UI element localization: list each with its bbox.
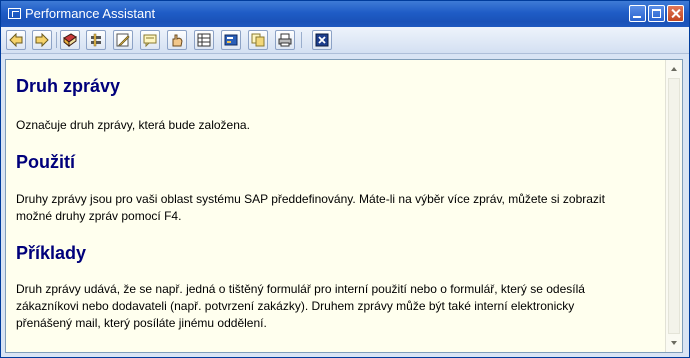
section-heading: Příklady xyxy=(16,243,87,263)
section-text-line: Označuje druh zprávy, která bude založen… xyxy=(16,118,250,132)
section-heading: Druh zprávy xyxy=(16,76,121,96)
book-icon xyxy=(63,33,77,47)
card-icon xyxy=(224,34,238,46)
scrollbar-thumb[interactable] xyxy=(668,78,680,334)
toolbar-separator xyxy=(56,32,57,48)
tools-icon xyxy=(91,33,101,47)
vertical-scrollbar[interactable] xyxy=(665,60,682,352)
toolbar xyxy=(1,27,689,54)
pencil-icon xyxy=(116,33,130,47)
printer-icon xyxy=(278,33,292,47)
copy-icon xyxy=(251,33,265,47)
section-text-line: možné druhy zpráv pomocí F4. xyxy=(16,209,182,223)
forward-button[interactable] xyxy=(32,30,52,50)
table-icon xyxy=(197,33,211,47)
title-bar[interactable]: Performance Assistant xyxy=(1,1,689,27)
section-text-line: zákazníkovi nebo dodavateli (např. potvr… xyxy=(16,299,575,313)
minimize-button[interactable] xyxy=(629,5,646,22)
window-app-icon xyxy=(8,8,21,19)
toolbar-separator xyxy=(301,32,302,48)
maximize-button[interactable] xyxy=(648,5,665,22)
table-of-contents-button[interactable] xyxy=(194,30,214,50)
glossary-button[interactable] xyxy=(167,30,187,50)
resize-grip[interactable] xyxy=(335,54,355,67)
help-content-area: Druh zprávy Označuje druh zprávy, která … xyxy=(5,59,683,353)
section-text-line: přenášený mail, který posíláte jinému od… xyxy=(16,316,267,330)
technical-info-button[interactable] xyxy=(86,30,106,50)
section-text-line: Druhy zprávy jsou pro vaši oblast systém… xyxy=(16,192,605,206)
print-button[interactable] xyxy=(275,30,295,50)
scroll-down-button[interactable] xyxy=(667,336,681,350)
note-icon xyxy=(143,34,157,47)
section-text-line: Druh zprávy udává, že se např. jedná o t… xyxy=(16,282,585,296)
hand-icon xyxy=(172,34,183,47)
arrow-right-icon xyxy=(35,33,49,47)
window-title: Performance Assistant xyxy=(25,6,156,21)
close-assistant-button[interactable] xyxy=(312,30,332,50)
close-window-button[interactable] xyxy=(667,5,684,22)
annotate-button[interactable] xyxy=(140,30,160,50)
close-x-icon xyxy=(315,33,329,47)
triangle-down-icon xyxy=(671,341,677,345)
copy-button[interactable] xyxy=(248,30,268,50)
performance-assistant-window: Performance Assistant Druh zprávy Označu… xyxy=(0,0,690,358)
triangle-up-icon xyxy=(671,67,677,71)
scroll-up-button[interactable] xyxy=(667,62,681,76)
section-heading: Použití xyxy=(16,152,75,172)
back-button[interactable] xyxy=(6,30,26,50)
help-button[interactable] xyxy=(60,30,80,50)
settings-button[interactable] xyxy=(221,30,241,50)
edit-button[interactable] xyxy=(113,30,133,50)
arrow-left-icon xyxy=(9,33,23,47)
